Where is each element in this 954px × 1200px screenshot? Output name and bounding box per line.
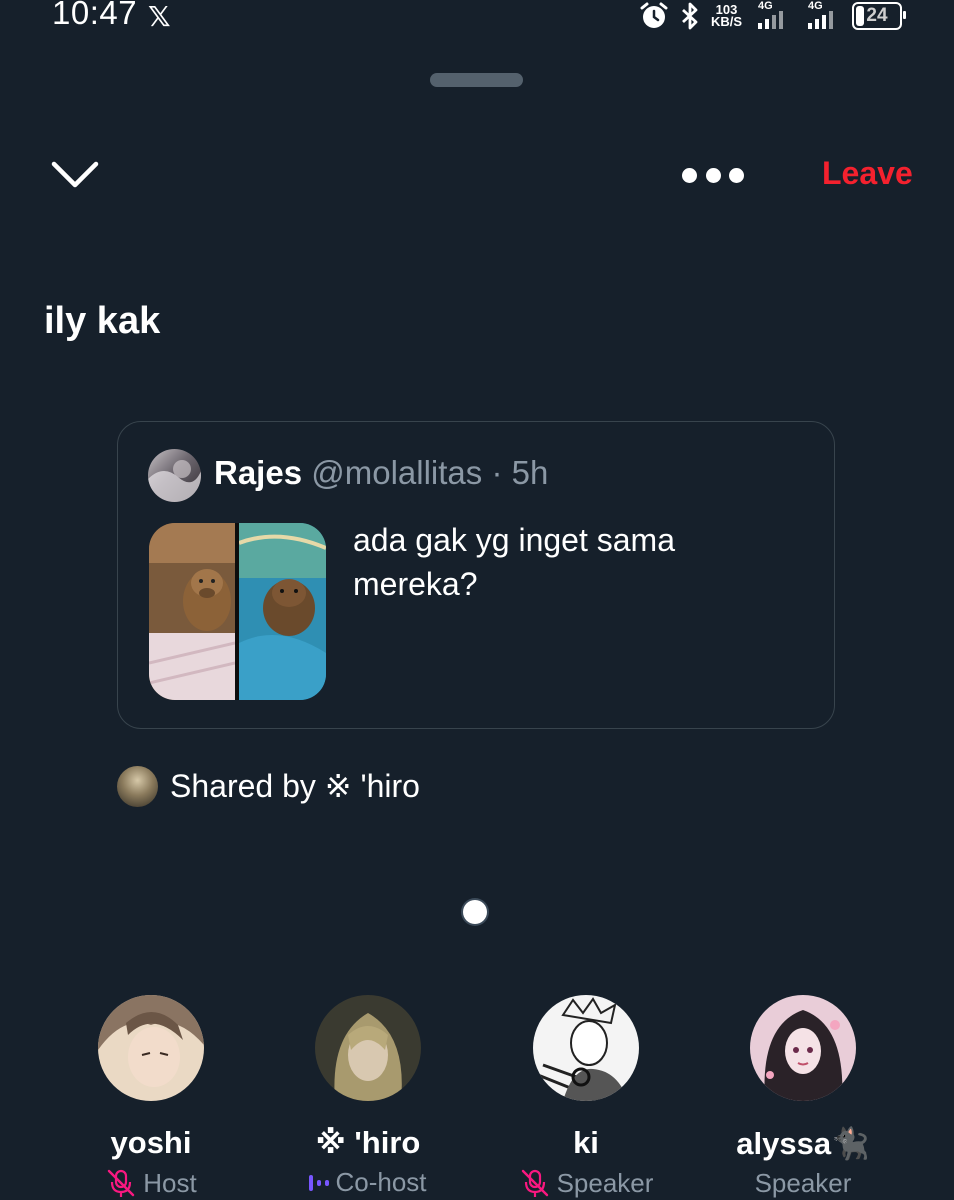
shared-by: Shared by ※ 'hiro (117, 764, 420, 808)
signal-icon: 4G (752, 1, 792, 31)
participant-card[interactable]: yoshi Host (41, 995, 261, 1199)
speaking-bars-icon (309, 1174, 330, 1191)
participant-name: ※ 'hiro (315, 1125, 421, 1160)
participant-name: yoshi (110, 1125, 192, 1160)
tweet-text: ada gak yg inget sama mereka? (353, 522, 675, 602)
participant-card[interactable]: ki Speaker (476, 995, 696, 1199)
participant-role: Speaker (754, 1168, 852, 1198)
shared-by-avatar[interactable] (117, 765, 158, 807)
status-icons: 103 KB/S 4G 4G 24 (639, 0, 906, 32)
audio-indicator-dot (463, 900, 487, 924)
pinned-tweet-card[interactable]: Rajes @molallitas · 5h ada gak yg inget … (117, 421, 835, 729)
tweet-author-avatar[interactable] (148, 449, 201, 502)
participant-name: ki (573, 1125, 599, 1160)
dot-icon (729, 167, 744, 183)
participant-avatar[interactable] (98, 995, 204, 1101)
bluetooth-icon (681, 2, 698, 30)
tweet-separator: · (491, 454, 503, 491)
tweet-time: 5h (511, 454, 549, 491)
battery-icon: 24 (852, 2, 906, 30)
participant-role: Host (41, 1167, 261, 1199)
network-speed: 103 KB/S (710, 2, 742, 29)
participants-grid: yoshi Host ※ 'hiro Co-host ki Speaker al… (0, 995, 954, 1200)
status-bar: 10:47 𝕏 103 KB/S 4G 4G 24 (0, 0, 954, 40)
participant-avatar[interactable] (533, 995, 639, 1101)
participant-avatar[interactable] (315, 995, 421, 1101)
tweet-author-name[interactable]: Rajes (214, 454, 302, 491)
dot-icon (682, 167, 697, 183)
status-time: 10:47 (52, 0, 138, 31)
tweet-photo-2[interactable] (239, 523, 326, 700)
tweet-header: Rajes @molallitas · 5h (214, 454, 548, 492)
chevron-down-icon[interactable] (50, 155, 100, 195)
mic-off-icon (521, 1169, 548, 1197)
alarm-icon (640, 2, 668, 28)
x-logo-icon: 𝕏 (148, 1, 171, 32)
mic-off-icon (108, 1169, 135, 1197)
tweet-author-handle[interactable]: @molallitas (311, 454, 482, 491)
drag-handle[interactable] (430, 73, 523, 87)
dot-icon (705, 167, 721, 183)
space-title: ily kak (44, 300, 161, 342)
participant-card[interactable]: ※ 'hiro Co-host (258, 995, 478, 1198)
participant-role: Co-host (258, 1167, 478, 1198)
more-options-button[interactable] (682, 164, 744, 186)
participant-card[interactable]: alyssa🐈‍⬛ Speaker (693, 995, 913, 1199)
participant-role: Speaker (476, 1167, 696, 1199)
shared-by-text: Shared by ※ 'hiro (170, 768, 420, 804)
participant-avatar[interactable] (750, 995, 856, 1101)
signal-icon-2: 4G (802, 1, 842, 31)
leave-button[interactable]: Leave (822, 155, 913, 192)
tweet-photo-1[interactable] (149, 523, 235, 700)
participant-name: alyssa🐈‍⬛ (736, 1126, 870, 1161)
tweet-media[interactable] (149, 523, 326, 700)
